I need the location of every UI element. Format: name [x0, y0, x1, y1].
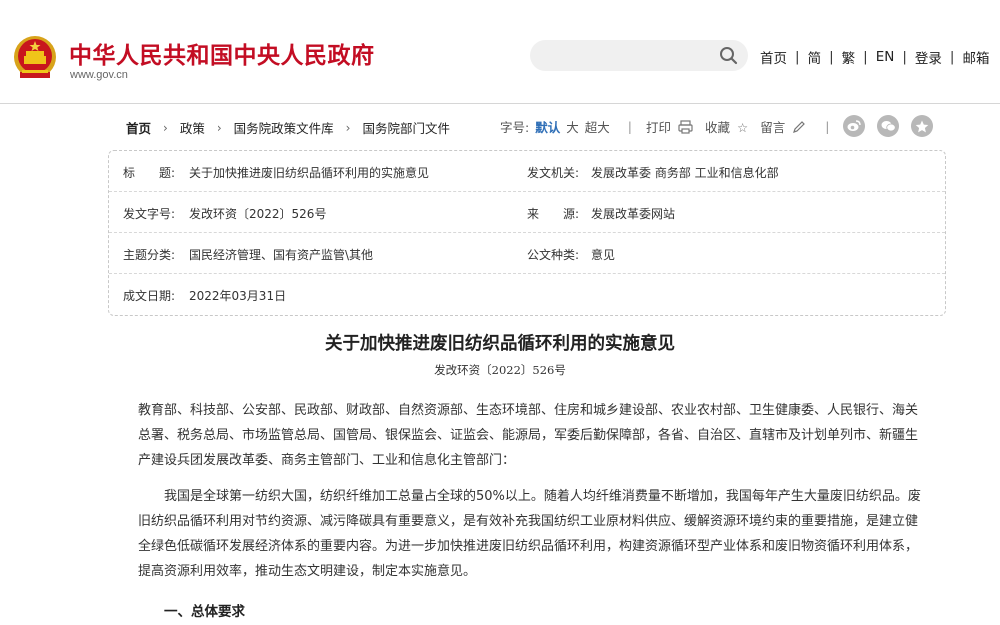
- date-key: 成文日期:: [123, 289, 176, 303]
- font-size-label: 字号:: [500, 120, 530, 135]
- print-label: 打印: [645, 120, 671, 135]
- chevron-right-icon: ›: [163, 120, 168, 135]
- nav-home[interactable]: 首页: [760, 47, 787, 67]
- chevron-right-icon: ›: [216, 120, 222, 135]
- date-value: 2022年03月31日: [189, 289, 287, 303]
- qzone-icon[interactable]: [911, 115, 933, 137]
- wechat-icon[interactable]: [877, 115, 899, 137]
- nav-separator: |: [902, 49, 907, 65]
- article-recipients: 教育部、科技部、公安部、民政部、财政部、自然资源部、生态环境部、住房和城乡建设部…: [138, 403, 919, 468]
- title-value: 关于加快推进废旧纺织品循环利用的实施意见: [189, 166, 430, 180]
- search-input[interactable]: [544, 46, 714, 65]
- breadcrumb-department-docs[interactable]: 国务院部门文件: [362, 118, 450, 137]
- share-buttons: [843, 115, 933, 137]
- pencil-icon: [793, 121, 806, 133]
- nav-simplified[interactable]: 简: [808, 47, 822, 67]
- star-icon: ☆: [736, 120, 749, 135]
- issuer-value: 发展改革委 商务部 工业和信息化部: [591, 166, 779, 180]
- favorite-button[interactable]: 收藏 ☆: [705, 117, 748, 136]
- font-size-default[interactable]: 默认: [535, 117, 560, 136]
- site-url[interactable]: www.gov.cn: [70, 69, 128, 81]
- divider: |: [825, 119, 830, 134]
- breadcrumb-home[interactable]: 首页: [126, 118, 151, 137]
- chevron-right-icon: ›: [345, 120, 351, 135]
- topic-value: 国民经济管理、国有资产监管\其他: [189, 248, 374, 262]
- favorite-label: 收藏: [704, 120, 730, 135]
- section-heading: 一、总体要求: [164, 604, 245, 620]
- document-info-box: 标 题: 关于加快推进废旧纺织品循环利用的实施意见 发文机关: 发展改革委 商务…: [108, 150, 946, 316]
- site-title[interactable]: 中华人民共和国中央人民政府: [69, 36, 375, 70]
- printer-icon: [678, 120, 693, 134]
- info-row: 成文日期: 2022年03月31日: [109, 274, 945, 315]
- info-row: 主题分类: 国民经济管理、国有资产监管\其他 公文种类: 意见: [109, 233, 945, 274]
- article-tools: 字号: 默认 大 超大 | 打印 收藏 ☆ 留言 |: [500, 117, 843, 136]
- type-key: 公文种类:: [527, 248, 580, 262]
- nav-login[interactable]: 登录: [915, 47, 942, 67]
- comment-label: 留言: [760, 120, 786, 135]
- article-title: 关于加快推进废旧纺织品循环利用的实施意见: [325, 334, 675, 354]
- search-box[interactable]: [530, 40, 748, 71]
- search-icon[interactable]: [719, 46, 738, 65]
- source-value: 发展改革委网站: [591, 207, 676, 221]
- nav-separator: |: [795, 49, 800, 65]
- issuer-key: 发文机关:: [527, 166, 580, 180]
- breadcrumb: 首页 › 政策 › 国务院政策文件库 › 国务院部门文件: [126, 118, 450, 137]
- weibo-icon[interactable]: [843, 115, 865, 137]
- nav-english[interactable]: EN: [876, 49, 895, 65]
- nav-traditional[interactable]: 繁: [842, 47, 856, 67]
- docno-key: 发文字号:: [123, 207, 176, 221]
- source-key: 来 源:: [527, 207, 580, 221]
- print-button[interactable]: 打印: [646, 117, 693, 136]
- topic-key: 主题分类:: [123, 248, 176, 262]
- nav-separator: |: [949, 49, 955, 65]
- top-nav: 首页 | 简 | 繁 | EN | 登录 | 邮箱: [760, 47, 989, 67]
- national-emblem-icon[interactable]: [12, 34, 58, 82]
- font-size-large[interactable]: 大: [566, 117, 579, 136]
- divider: |: [627, 119, 632, 134]
- nav-separator: |: [863, 49, 868, 65]
- font-size-xlarge[interactable]: 超大: [585, 117, 610, 136]
- info-row: 发文字号: 发改环资〔2022〕526号 来 源: 发展改革委网站: [109, 192, 945, 233]
- breadcrumb-policy[interactable]: 政策: [180, 118, 205, 137]
- article-doc-number: 发改环资〔2022〕526号: [434, 363, 566, 377]
- breadcrumb-policy-library[interactable]: 国务院政策文件库: [234, 118, 334, 137]
- site-header: 中华人民共和国中央人民政府 www.gov.cn 首页 | 简 | 繁 | EN…: [0, 0, 1000, 104]
- info-row: 标 题: 关于加快推进废旧纺织品循环利用的实施意见 发文机关: 发展改革委 商务…: [109, 151, 945, 192]
- nav-mail[interactable]: 邮箱: [962, 47, 989, 67]
- type-value: 意见: [591, 248, 616, 262]
- article-intro-paragraph: 我国是全球第一纺织大国，纺织纤维加工总量占全球的50%以上。随着人均纤维消费量不…: [138, 489, 921, 579]
- docno-value: 发改环资〔2022〕526号: [189, 207, 327, 221]
- nav-separator: |: [829, 49, 834, 65]
- comment-button[interactable]: 留言: [760, 117, 807, 136]
- title-key: 标 题:: [123, 166, 176, 180]
